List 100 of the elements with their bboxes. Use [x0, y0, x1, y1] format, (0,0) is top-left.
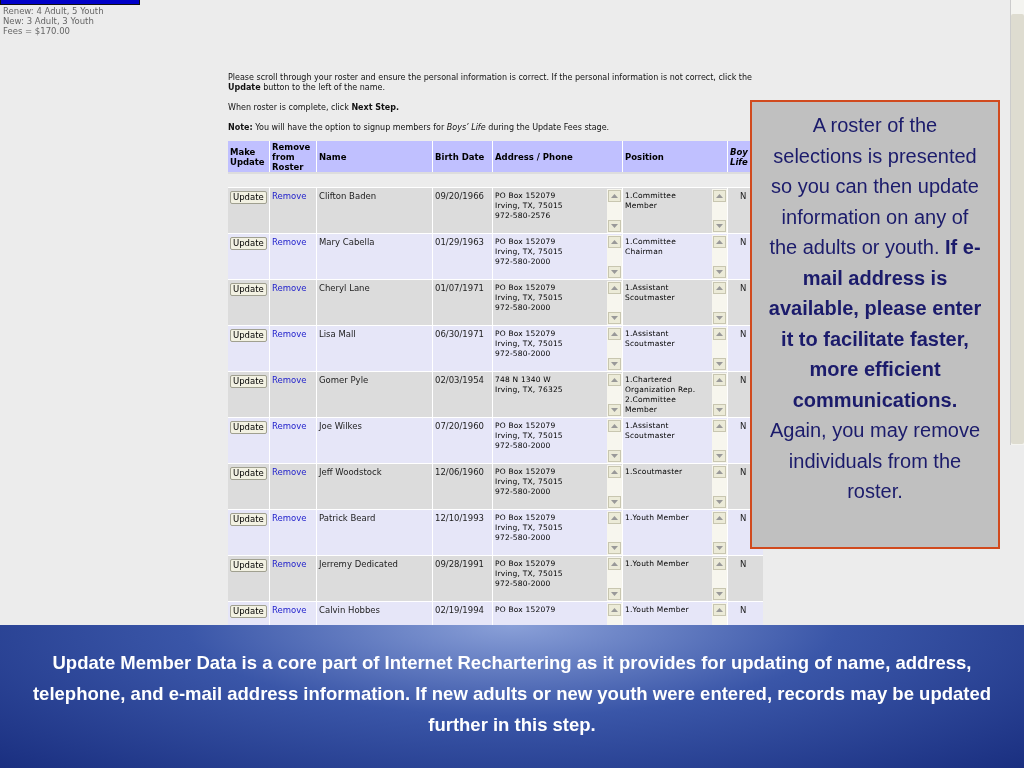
scrollbar[interactable]: [712, 235, 727, 279]
scrollbar[interactable]: [712, 465, 727, 509]
remove-link[interactable]: Remove: [272, 605, 307, 615]
remove-link[interactable]: Remove: [272, 237, 307, 247]
scroll-up-button[interactable]: [713, 236, 726, 248]
update-button[interactable]: Update: [230, 237, 267, 250]
update-button[interactable]: Update: [230, 605, 267, 618]
name-cell: Patrick Beard: [319, 513, 376, 523]
down-arrow-icon: [716, 546, 723, 550]
boys-life-cell: N: [740, 421, 747, 431]
scrollbar[interactable]: [607, 327, 622, 371]
scroll-down-button[interactable]: [608, 496, 621, 508]
name-cell: Gomer Pyle: [319, 375, 369, 385]
scroll-up-button[interactable]: [713, 374, 726, 386]
scroll-up-button[interactable]: [608, 558, 621, 570]
name-cell: Jeff Woodstock: [319, 467, 382, 477]
scroll-up-button[interactable]: [713, 190, 726, 202]
remove-link[interactable]: Remove: [272, 191, 307, 201]
scroll-up-button[interactable]: [713, 420, 726, 432]
update-button[interactable]: Update: [230, 513, 267, 526]
update-button[interactable]: Update: [230, 329, 267, 342]
date-cell: 07/20/1960: [435, 421, 484, 431]
scroll-down-button[interactable]: [608, 358, 621, 370]
remove-link[interactable]: Remove: [272, 421, 307, 431]
scrollbar[interactable]: [607, 419, 622, 463]
up-arrow-icon: [611, 470, 618, 474]
scroll-up-button[interactable]: [608, 512, 621, 524]
scrollbar[interactable]: [607, 235, 622, 279]
date-cell: 09/28/1991: [435, 559, 484, 569]
scroll-down-button[interactable]: [608, 450, 621, 462]
boys-life-cell: N: [740, 237, 747, 247]
scroll-down-button[interactable]: [713, 312, 726, 324]
scroll-up-button[interactable]: [608, 190, 621, 202]
remove-link[interactable]: Remove: [272, 283, 307, 293]
scrollbar[interactable]: [712, 373, 727, 417]
scroll-down-button[interactable]: [713, 542, 726, 554]
scroll-down-button[interactable]: [713, 404, 726, 416]
up-arrow-icon: [611, 608, 618, 612]
remove-link[interactable]: Remove: [272, 329, 307, 339]
update-button[interactable]: Update: [230, 467, 267, 480]
scrollbar[interactable]: [712, 419, 727, 463]
scrollbar[interactable]: [712, 511, 727, 555]
date-cell: 12/06/1960: [435, 467, 484, 477]
scroll-up-button[interactable]: [713, 282, 726, 294]
scroll-up-button[interactable]: [608, 328, 621, 340]
scrollbar[interactable]: [712, 189, 727, 233]
scrollbar[interactable]: [712, 281, 727, 325]
scroll-up-button[interactable]: [608, 374, 621, 386]
update-button[interactable]: Update: [230, 191, 267, 204]
update-button[interactable]: Update: [230, 375, 267, 388]
scrollbar[interactable]: [607, 557, 622, 601]
remove-link[interactable]: Remove: [272, 375, 307, 385]
up-arrow-icon: [611, 424, 618, 428]
scroll-down-button[interactable]: [608, 266, 621, 278]
name-cell: Mary Cabella: [319, 237, 375, 247]
scroll-up-button[interactable]: [713, 512, 726, 524]
scroll-up-button[interactable]: [608, 604, 621, 616]
page-scrollbar[interactable]: [1010, 0, 1024, 445]
up-arrow-icon: [611, 562, 618, 566]
scroll-up-button[interactable]: [608, 420, 621, 432]
update-button[interactable]: Update: [230, 283, 267, 296]
up-arrow-icon: [716, 378, 723, 382]
up-arrow-icon: [611, 378, 618, 382]
down-arrow-icon: [611, 270, 618, 274]
scrollbar[interactable]: [607, 373, 622, 417]
date-cell: 09/20/1966: [435, 191, 484, 201]
scroll-up-button[interactable]: [608, 466, 621, 478]
scroll-up-button[interactable]: [713, 328, 726, 340]
remove-link[interactable]: Remove: [272, 513, 307, 523]
summary-line: Fees = $170.00: [3, 26, 71, 36]
scroll-down-button[interactable]: [608, 588, 621, 600]
scroll-up-button[interactable]: [713, 466, 726, 478]
name-cell: Jerremy Dedicated: [319, 559, 398, 569]
scroll-up-button[interactable]: [713, 558, 726, 570]
scroll-up-button[interactable]: [713, 604, 726, 616]
scroll-down-button[interactable]: [713, 588, 726, 600]
scrollbar[interactable]: [607, 189, 622, 233]
scrollbar[interactable]: [607, 465, 622, 509]
scroll-down-button[interactable]: [713, 358, 726, 370]
scroll-down-button[interactable]: [713, 496, 726, 508]
update-button[interactable]: Update: [230, 421, 267, 434]
scroll-down-button[interactable]: [608, 542, 621, 554]
scrollbar[interactable]: [712, 557, 727, 601]
update-button[interactable]: Update: [230, 559, 267, 572]
date-cell: 02/19/1994: [435, 605, 484, 615]
scroll-down-button[interactable]: [608, 220, 621, 232]
scrollbar[interactable]: [712, 327, 727, 371]
up-arrow-icon: [611, 332, 618, 336]
scroll-down-button[interactable]: [713, 450, 726, 462]
remove-link[interactable]: Remove: [272, 467, 307, 477]
scroll-down-button[interactable]: [608, 312, 621, 324]
scrollbar[interactable]: [607, 511, 622, 555]
instruction-text: Note: You will have the option to signup members for Boys’ Life during the Update Fees stage.: [228, 123, 611, 133]
scroll-up-button[interactable]: [608, 236, 621, 248]
scroll-up-button[interactable]: [608, 282, 621, 294]
remove-link[interactable]: Remove: [272, 559, 307, 569]
scroll-down-button[interactable]: [713, 266, 726, 278]
scroll-down-button[interactable]: [608, 404, 621, 416]
scroll-down-button[interactable]: [713, 220, 726, 232]
scrollbar[interactable]: [607, 281, 622, 325]
